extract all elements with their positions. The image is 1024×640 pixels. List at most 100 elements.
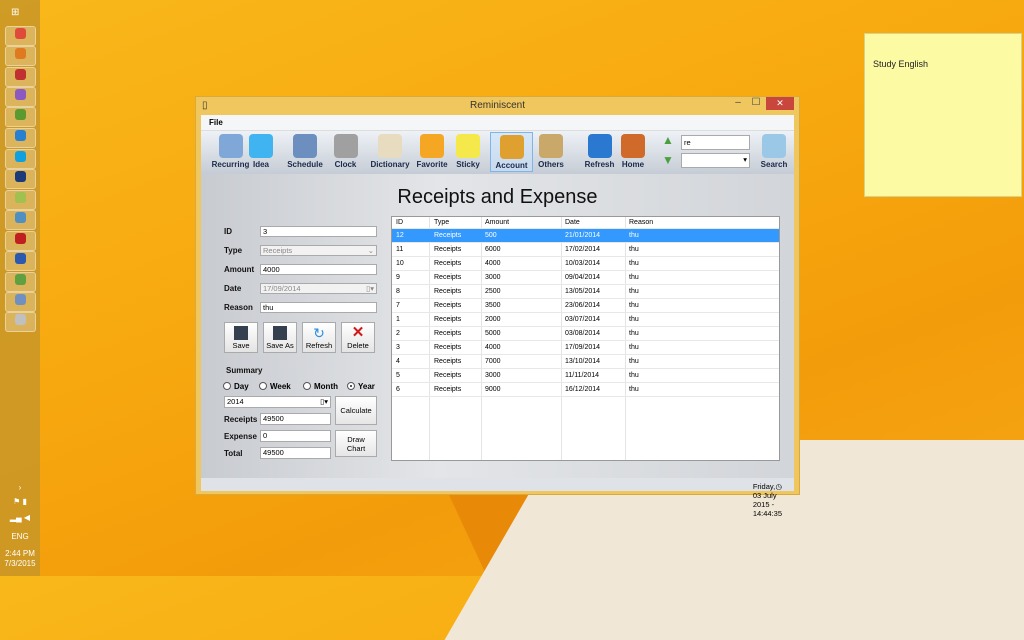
clock-date[interactable]: 7/3/2015 bbox=[0, 559, 40, 568]
ie-icon[interactable] bbox=[15, 130, 26, 141]
table-cell: Receipts bbox=[434, 302, 462, 309]
table-row[interactable]: 1 Receipts 2000 03/07/2014 thu bbox=[392, 313, 779, 327]
toolbar-home-button[interactable]: Home bbox=[619, 132, 647, 172]
reminiscent-icon[interactable] bbox=[15, 314, 26, 325]
content-area: Receipts and Expense ID 3 Type Receipts ⌄… bbox=[201, 174, 794, 478]
reason-field[interactable]: thu bbox=[260, 302, 377, 313]
table-cell: 3000 bbox=[485, 372, 501, 379]
app-icon[interactable] bbox=[15, 109, 26, 120]
table-cell: 21/01/2014 bbox=[565, 232, 601, 239]
language-indicator[interactable]: ENG bbox=[0, 532, 40, 541]
table-row[interactable]: 11 Receipts 6000 17/02/2014 thu bbox=[392, 243, 779, 257]
save-as-button[interactable]: Save As bbox=[263, 322, 297, 353]
year-picker[interactable]: 2014 ▯▾ bbox=[224, 396, 331, 408]
sticky-text[interactable]: Study English bbox=[873, 59, 928, 69]
radio-week[interactable]: Week bbox=[259, 382, 291, 391]
table-row[interactable]: 7 Receipts 3500 23/06/2014 thu bbox=[392, 299, 779, 313]
calendar-icon[interactable]: ▯▾ bbox=[320, 397, 328, 407]
receipts-total-field[interactable]: 49500 bbox=[260, 413, 331, 425]
app-icon[interactable] bbox=[15, 294, 26, 305]
table-row[interactable]: 8 Receipts 2500 13/05/2014 thu bbox=[392, 285, 779, 299]
date-picker[interactable]: 17/09/2014 ▯▾ bbox=[260, 283, 377, 294]
column-header[interactable]: ID bbox=[396, 217, 403, 229]
radio-day[interactable]: Day bbox=[223, 382, 249, 391]
column-header[interactable]: Date bbox=[565, 217, 580, 229]
save-button[interactable]: Save bbox=[224, 322, 258, 353]
network-volume-icons[interactable]: ▂▄ ◀ bbox=[0, 513, 40, 522]
sticky-note[interactable]: Study English bbox=[864, 33, 1022, 197]
draw-chart-button[interactable]: Draw Chart bbox=[335, 430, 377, 457]
table-row[interactable]: 6 Receipts 9000 16/12/2014 thu bbox=[392, 383, 779, 397]
chevron-down-icon: ▾ bbox=[743, 155, 747, 164]
table-cell: 2500 bbox=[485, 288, 501, 295]
close-button[interactable]: ✕ bbox=[766, 97, 794, 110]
word-icon[interactable] bbox=[15, 253, 26, 264]
table-row[interactable]: 9 Receipts 3000 09/04/2014 thu bbox=[392, 271, 779, 285]
down-arrow-icon[interactable]: ▼ bbox=[662, 153, 674, 171]
tor-icon[interactable] bbox=[15, 89, 26, 100]
table-cell: 9 bbox=[396, 274, 400, 281]
radio-year[interactable]: Year bbox=[347, 382, 375, 391]
table-row[interactable]: 2 Receipts 5000 03/08/2014 thu bbox=[392, 327, 779, 341]
type-label: Type bbox=[224, 246, 243, 255]
total-field[interactable]: 49500 bbox=[260, 447, 331, 459]
toolbar-account-button[interactable]: Account bbox=[490, 132, 533, 172]
toolbar-clock-button[interactable]: Clock bbox=[329, 132, 362, 172]
table-row[interactable]: 12 Receipts 500 21/01/2014 thu bbox=[392, 229, 779, 243]
toolbar-schedule-button[interactable]: Schedule bbox=[281, 132, 329, 172]
minimize-button[interactable]: – bbox=[729, 97, 747, 110]
toolbar-idea-button[interactable]: Idea bbox=[247, 132, 275, 172]
chrome-icon[interactable] bbox=[15, 28, 26, 39]
firefox-icon[interactable] bbox=[15, 48, 26, 59]
type-select[interactable]: Receipts ⌄ bbox=[260, 245, 377, 256]
search-combo[interactable]: ▾ bbox=[681, 153, 750, 168]
toolbar-refresh-button[interactable]: Refresh bbox=[578, 132, 621, 172]
toolbar-search-button[interactable]: Search bbox=[755, 132, 793, 172]
app-icon: ▯ bbox=[202, 100, 208, 111]
app-icon[interactable] bbox=[15, 69, 26, 80]
records-table[interactable]: ID Type Amount Date Reason 12 Receipts 500 21/01… bbox=[391, 216, 780, 461]
table-cell: 500 bbox=[485, 232, 497, 239]
delete-button[interactable]: ✕ Delete bbox=[341, 322, 375, 353]
up-arrow-icon[interactable]: ▲ bbox=[662, 133, 674, 151]
clock-time[interactable]: 2:44 PM bbox=[0, 549, 40, 558]
floppy-icon bbox=[234, 326, 248, 340]
calendar-icon[interactable]: ▯▾ bbox=[366, 284, 374, 294]
radio-month[interactable]: Month bbox=[303, 382, 338, 391]
calculate-button[interactable]: Calculate bbox=[335, 396, 377, 425]
refresh-button[interactable]: ↻ Refresh bbox=[302, 322, 336, 353]
table-cell: 09/04/2014 bbox=[565, 274, 601, 281]
photoshop-icon[interactable] bbox=[15, 171, 26, 182]
title-bar[interactable]: ▯ Reminiscent – ☐ ✕ bbox=[196, 97, 799, 115]
notepad-icon[interactable] bbox=[15, 192, 26, 203]
table-row[interactable]: 4 Receipts 7000 13/10/2014 thu bbox=[392, 355, 779, 369]
column-header[interactable]: Type bbox=[434, 217, 449, 229]
amount-field[interactable]: 4000 bbox=[260, 264, 377, 275]
table-row[interactable]: 5 Receipts 3000 11/11/2014 thu bbox=[392, 369, 779, 383]
table-row[interactable]: 3 Receipts 4000 17/09/2014 thu bbox=[392, 341, 779, 355]
table-row[interactable]: 10 Receipts 4000 10/03/2014 thu bbox=[392, 257, 779, 271]
app-icon[interactable] bbox=[15, 274, 26, 285]
menu-file[interactable]: File bbox=[209, 118, 223, 127]
windows-icon[interactable]: ⊞ bbox=[11, 7, 28, 23]
table-cell: thu bbox=[629, 232, 639, 239]
column-header[interactable]: Reason bbox=[629, 217, 653, 229]
maximize-button[interactable]: ☐ bbox=[747, 97, 765, 110]
receipts-label: Receipts bbox=[224, 415, 258, 424]
table-cell: 12 bbox=[396, 232, 404, 239]
photos-icon[interactable] bbox=[15, 212, 26, 223]
toolbar-sticky-button[interactable]: Sticky bbox=[449, 132, 487, 172]
toolbar-others-button[interactable]: Others bbox=[532, 132, 570, 172]
table-cell: thu bbox=[629, 386, 639, 393]
table-cell: thu bbox=[629, 260, 639, 267]
id-field[interactable]: 3 bbox=[260, 226, 377, 237]
table-cell: 3000 bbox=[485, 274, 501, 281]
acrobat-icon[interactable] bbox=[15, 233, 26, 244]
show-hidden-icons[interactable]: › bbox=[0, 483, 40, 492]
search-input[interactable] bbox=[681, 135, 750, 150]
column-header[interactable]: Amount bbox=[485, 217, 509, 229]
tray-icons[interactable]: ⚑ ▮ bbox=[0, 497, 40, 506]
expense-total-field[interactable]: 0 bbox=[260, 430, 331, 442]
skype-icon[interactable] bbox=[15, 151, 26, 162]
summary-label: Summary bbox=[226, 366, 263, 375]
